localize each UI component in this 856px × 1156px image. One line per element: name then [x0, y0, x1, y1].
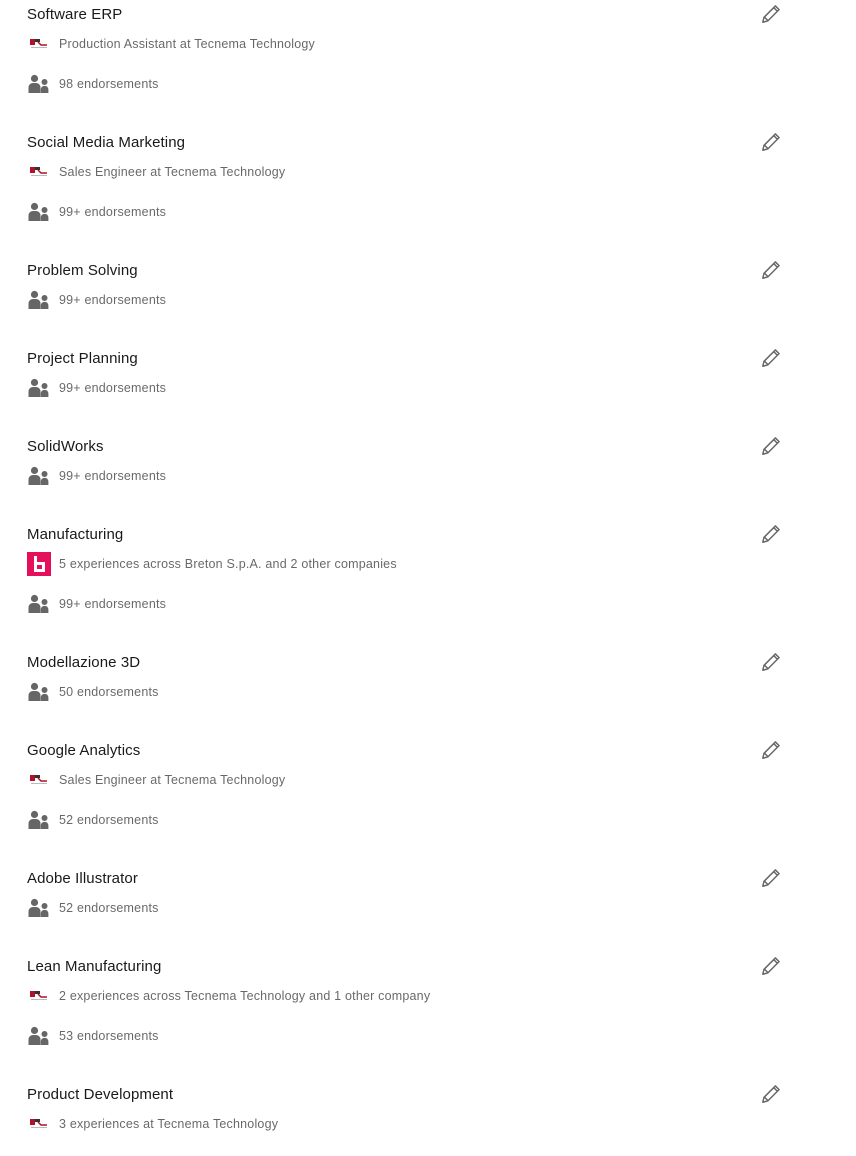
tecnema-logo — [27, 984, 51, 1008]
people-icon — [27, 592, 51, 616]
pencil-icon — [760, 739, 782, 761]
tecnema-logo — [27, 160, 51, 184]
skill-context[interactable]: Production Assistant at Tecnema Technolo… — [27, 32, 315, 56]
endorsement-count: 53 endorsements — [59, 1029, 159, 1043]
skill-name[interactable]: Project Planning — [27, 348, 138, 370]
people-icon — [27, 808, 51, 832]
endorsement-count: 99+ endorsements — [59, 293, 167, 307]
endorsements-link[interactable]: 99+ endorsements — [27, 288, 166, 312]
endorsements-link[interactable]: 52 endorsements — [27, 808, 159, 832]
skill-context-text: 3 experiences at Tecnema Technology — [59, 1117, 279, 1131]
endorsements-link[interactable]: 53 endorsements — [27, 1024, 159, 1048]
skill-context-text: Sales Engineer at Tecnema Technology — [59, 773, 286, 787]
skill-name[interactable]: Social Media Marketing — [27, 132, 185, 154]
edit-skill-button[interactable] — [759, 738, 783, 762]
endorsement-count: 99+ endorsements — [59, 597, 167, 611]
tecnema-logo — [27, 1112, 51, 1136]
pencil-icon — [760, 435, 782, 457]
edit-skill-button[interactable] — [759, 434, 783, 458]
edit-skill-button[interactable] — [759, 258, 783, 282]
pencil-icon — [760, 131, 782, 153]
skill-name[interactable]: Google Analytics — [27, 740, 140, 762]
skill-context-text: 2 experiences across Tecnema Technology … — [59, 989, 431, 1003]
skill-context[interactable]: 5 experiences across Breton S.p.A. and 2… — [27, 552, 397, 576]
skill-name[interactable]: Lean Manufacturing — [27, 956, 161, 978]
people-icon — [27, 376, 51, 400]
endorsements-link[interactable]: 50 endorsements — [27, 680, 159, 704]
edit-skill-button[interactable] — [759, 1082, 783, 1106]
pencil-icon — [760, 1083, 782, 1105]
skill-name[interactable]: SolidWorks — [27, 436, 104, 458]
tecnema-logo — [27, 768, 51, 792]
people-icon — [27, 200, 51, 224]
endorsements-link[interactable]: 99+ endorsements — [27, 592, 166, 616]
skill-context-text: 5 experiences across Breton S.p.A. and 2… — [59, 557, 397, 571]
pencil-icon — [760, 523, 782, 545]
endorsement-count: 98 endorsements — [59, 77, 159, 91]
skill-name[interactable]: Manufacturing — [27, 524, 123, 546]
pencil-icon — [760, 3, 782, 25]
endorsements-link[interactable]: 99+ endorsements — [27, 464, 166, 488]
skill-name[interactable]: Product Development — [27, 1084, 173, 1106]
pencil-icon — [760, 347, 782, 369]
endorsement-count: 50 endorsements — [59, 685, 159, 699]
people-icon — [27, 288, 51, 312]
tecnema-logo — [27, 32, 51, 56]
skill-context-text: Sales Engineer at Tecnema Technology — [59, 165, 286, 179]
edit-skill-button[interactable] — [759, 954, 783, 978]
endorsements-link[interactable]: 52 endorsements — [27, 896, 159, 920]
people-icon — [27, 1024, 51, 1048]
skill-name[interactable]: Adobe Illustrator — [27, 868, 138, 890]
skill-context[interactable]: Sales Engineer at Tecnema Technology — [27, 160, 285, 184]
edit-skill-button[interactable] — [759, 650, 783, 674]
endorsement-count: 52 endorsements — [59, 901, 159, 915]
edit-skill-button[interactable] — [759, 522, 783, 546]
skill-context[interactable]: 3 experiences at Tecnema Technology — [27, 1112, 278, 1136]
skill-context[interactable]: 2 experiences across Tecnema Technology … — [27, 984, 430, 1008]
endorsement-count: 99+ endorsements — [59, 469, 167, 483]
endorsements-link[interactable]: 99+ endorsements — [27, 200, 166, 224]
people-icon — [27, 72, 51, 96]
people-icon — [27, 896, 51, 920]
pencil-icon — [760, 955, 782, 977]
skill-context-text: Production Assistant at Tecnema Technolo… — [59, 37, 316, 51]
people-icon — [27, 680, 51, 704]
pencil-icon — [760, 259, 782, 281]
edit-skill-button[interactable] — [759, 130, 783, 154]
skill-name[interactable]: Problem Solving — [27, 260, 138, 282]
skill-name[interactable]: Modellazione 3D — [27, 652, 140, 674]
endorsements-link[interactable]: 99+ endorsements — [27, 376, 166, 400]
pencil-icon — [760, 651, 782, 673]
edit-skill-button[interactable] — [759, 346, 783, 370]
edit-skill-button[interactable] — [759, 2, 783, 26]
skill-name[interactable]: Software ERP — [27, 4, 122, 26]
people-icon — [27, 464, 51, 488]
endorsements-link[interactable]: 98 endorsements — [27, 72, 159, 96]
edit-skill-button[interactable] — [759, 866, 783, 890]
endorsement-count: 52 endorsements — [59, 813, 159, 827]
skill-context[interactable]: Sales Engineer at Tecnema Technology — [27, 768, 285, 792]
endorsement-count: 99+ endorsements — [59, 205, 167, 219]
breton-logo — [27, 552, 51, 576]
endorsement-count: 99+ endorsements — [59, 381, 167, 395]
pencil-icon — [760, 867, 782, 889]
